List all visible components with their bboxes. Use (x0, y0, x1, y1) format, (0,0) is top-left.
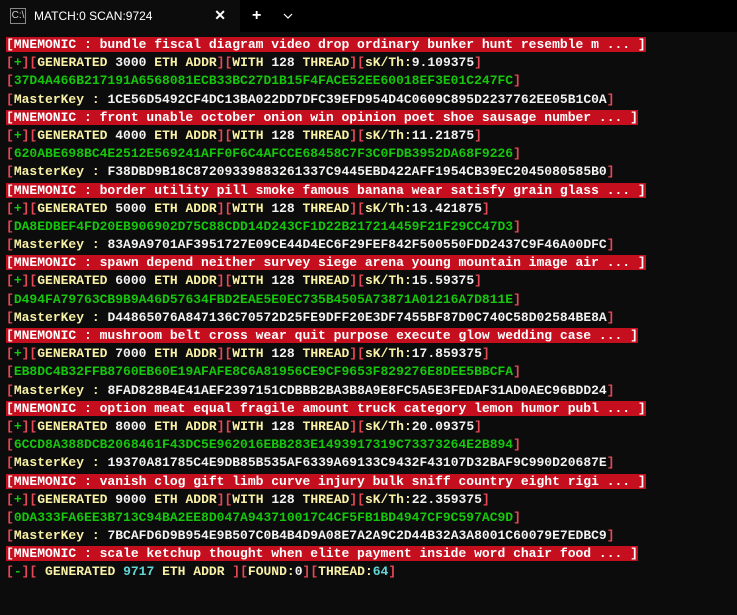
terminal-line: [MNEMONIC : bundle fiscal diagram video … (6, 36, 731, 54)
tab-dropdown-button[interactable] (273, 0, 303, 32)
terminal-line: [37D4A466B217191A6568081ECB33BC27D1B15F4… (6, 72, 731, 90)
tab-title: MATCH:0 SCAN:9724 (34, 8, 202, 25)
terminal-line: [MNEMONIC : border utility pill smoke fa… (6, 182, 731, 200)
terminal-line: [MasterKey : D44865076A847136C70572D25FE… (6, 309, 731, 327)
terminal-line: [6CCD8A388DCB2068461F43DC5E962016EBB283E… (6, 436, 731, 454)
terminal-line: [620ABE698BC4E2512E569241AFF0F6C4AFCCE68… (6, 145, 731, 163)
terminal-line: [MNEMONIC : spawn depend neither survey … (6, 254, 731, 272)
terminal-line: [MNEMONIC : front unable october onion w… (6, 109, 731, 127)
terminal-line: [+][GENERATED 9000 ETH ADDR][WITH 128 TH… (6, 491, 731, 509)
terminal-line: [+][GENERATED 4000 ETH ADDR][WITH 128 TH… (6, 127, 731, 145)
terminal-line: [MNEMONIC : scale ketchup thought when e… (6, 545, 731, 563)
terminal-line: [MasterKey : 19370A81785C4E9DB85B535AF63… (6, 454, 731, 472)
titlebar: C:\ MATCH:0 SCAN:9724 ✕ + (0, 0, 737, 32)
terminal-output: [MNEMONIC : bundle fiscal diagram video … (0, 32, 737, 586)
terminal-line: [MNEMONIC : vanish clog gift limb curve … (6, 473, 731, 491)
terminal-line: [DA8EDBEF4FD20EB906902D75C88CDD14D243CF1… (6, 218, 731, 236)
terminal-line: [+][GENERATED 6000 ETH ADDR][WITH 128 TH… (6, 272, 731, 290)
active-tab[interactable]: C:\ MATCH:0 SCAN:9724 ✕ (0, 0, 240, 32)
terminal-line: [EB8DC4B32FFB8760EB60E19AFAFE8C6A81956CE… (6, 363, 731, 381)
terminal-line: [MasterKey : 8FAD828B4E41AEF2397151CDBBB… (6, 382, 731, 400)
close-icon[interactable]: ✕ (210, 6, 230, 26)
terminal-line: [MasterKey : 83A9A9701AF3951727E09CE44D4… (6, 236, 731, 254)
terminal-line: [+][GENERATED 7000 ETH ADDR][WITH 128 TH… (6, 345, 731, 363)
terminal-line: [D494FA79763CB9B9A46D57634FBD2EAE5E0EC73… (6, 291, 731, 309)
new-tab-button[interactable]: + (240, 0, 273, 32)
terminal-line: [0DA333FA6EE3B713C94BA2EE8D047A943710017… (6, 509, 731, 527)
terminal-line: [MNEMONIC : mushroom belt cross wear qui… (6, 327, 731, 345)
terminal-line: [-][ GENERATED 9717 ETH ADDR ][FOUND:0][… (6, 563, 731, 581)
terminal-line: [MasterKey : 1CE56D5492CF4DC13BA022DD7DF… (6, 91, 731, 109)
terminal-line: [MNEMONIC : option meat equal fragile am… (6, 400, 731, 418)
chevron-down-icon (283, 11, 293, 21)
terminal-line: [MasterKey : F38DBD9B18C8720933988326133… (6, 163, 731, 181)
terminal-line: [+][GENERATED 8000 ETH ADDR][WITH 128 TH… (6, 418, 731, 436)
terminal-line: [+][GENERATED 5000 ETH ADDR][WITH 128 TH… (6, 200, 731, 218)
terminal-icon: C:\ (10, 8, 26, 24)
terminal-line: [+][GENERATED 3000 ETH ADDR][WITH 128 TH… (6, 54, 731, 72)
terminal-line: [MasterKey : 7BCAFD6D9B954E9B507C0B4B4D9… (6, 527, 731, 545)
